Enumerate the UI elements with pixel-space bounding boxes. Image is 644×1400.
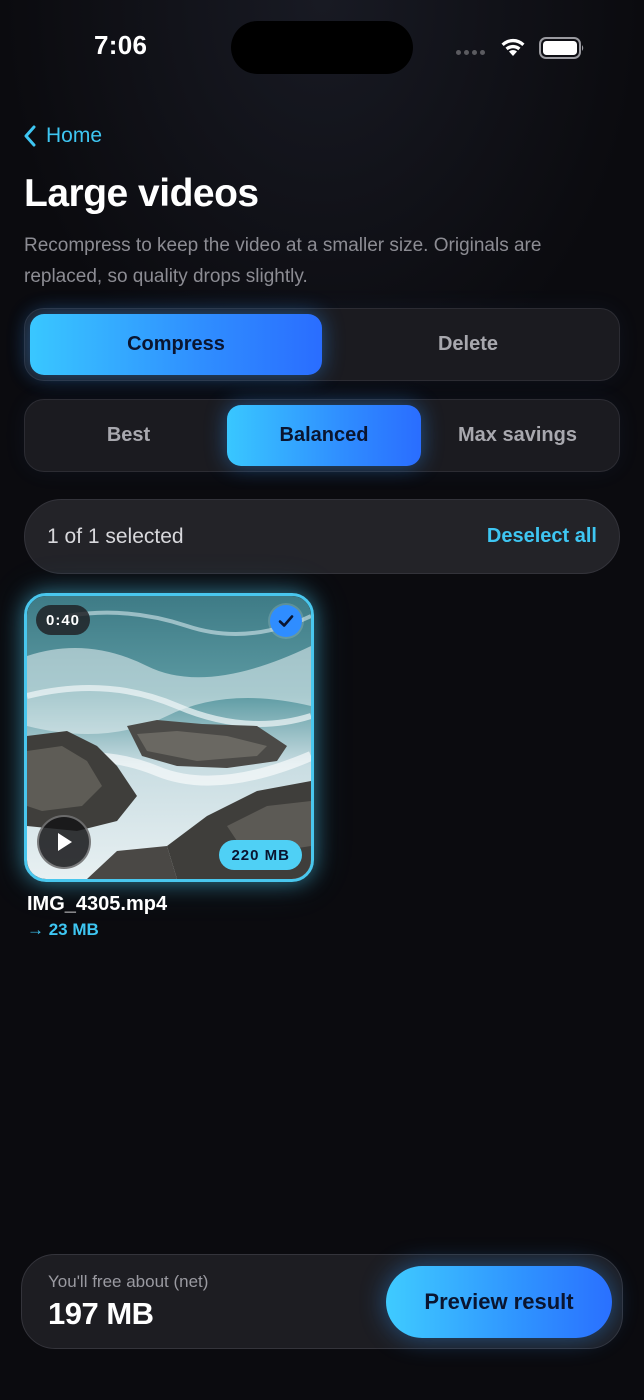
mode-option-compress[interactable]: Compress [30, 314, 322, 375]
quality-option-best[interactable]: Best [30, 405, 227, 466]
video-card[interactable]: 0:40 220 MB [24, 593, 314, 882]
quality-segmented-control: Best Balanced Max savings [24, 399, 620, 472]
page-title: Large videos [24, 172, 259, 215]
signal-icon [456, 50, 485, 55]
mode-option-delete[interactable]: Delete [322, 314, 614, 375]
quality-option-max-savings[interactable]: Max savings [421, 405, 614, 466]
preview-result-button[interactable]: Preview result [386, 1266, 612, 1338]
page-subtitle: Recompress to keep the video at a smalle… [24, 235, 542, 287]
quality-option-balanced[interactable]: Balanced [227, 405, 421, 466]
selection-bar: 1 of 1 selected Deselect all [24, 499, 620, 574]
battery-icon [539, 37, 584, 59]
savings-value: 197 MB [48, 1296, 154, 1331]
size-badge: 220 MB [219, 840, 302, 870]
duration-badge: 0:40 [36, 605, 91, 635]
status-bar: 7:06 [0, 0, 644, 96]
status-time: 7:06 [94, 30, 148, 60]
savings-label: You'll free about (net) [48, 1272, 209, 1291]
mode-segmented-control: Compress Delete [24, 308, 620, 381]
play-button[interactable] [37, 815, 91, 869]
video-new-size: → 23 MB [27, 920, 99, 939]
back-label: Home [46, 124, 103, 147]
play-icon [58, 833, 72, 851]
video-name: IMG_4305.mp4 [27, 893, 168, 915]
back-button[interactable]: Home [22, 120, 102, 152]
wifi-icon [501, 38, 525, 56]
checkmark-icon[interactable] [270, 605, 302, 637]
selection-count: 1 of 1 selected [47, 524, 184, 548]
deselect-all-button[interactable]: Deselect all [487, 525, 597, 548]
dynamic-island [231, 21, 413, 74]
chevron-left-icon [24, 125, 36, 147]
bottom-summary-bar: You'll free about (net) 197 MB Preview r… [21, 1254, 623, 1349]
